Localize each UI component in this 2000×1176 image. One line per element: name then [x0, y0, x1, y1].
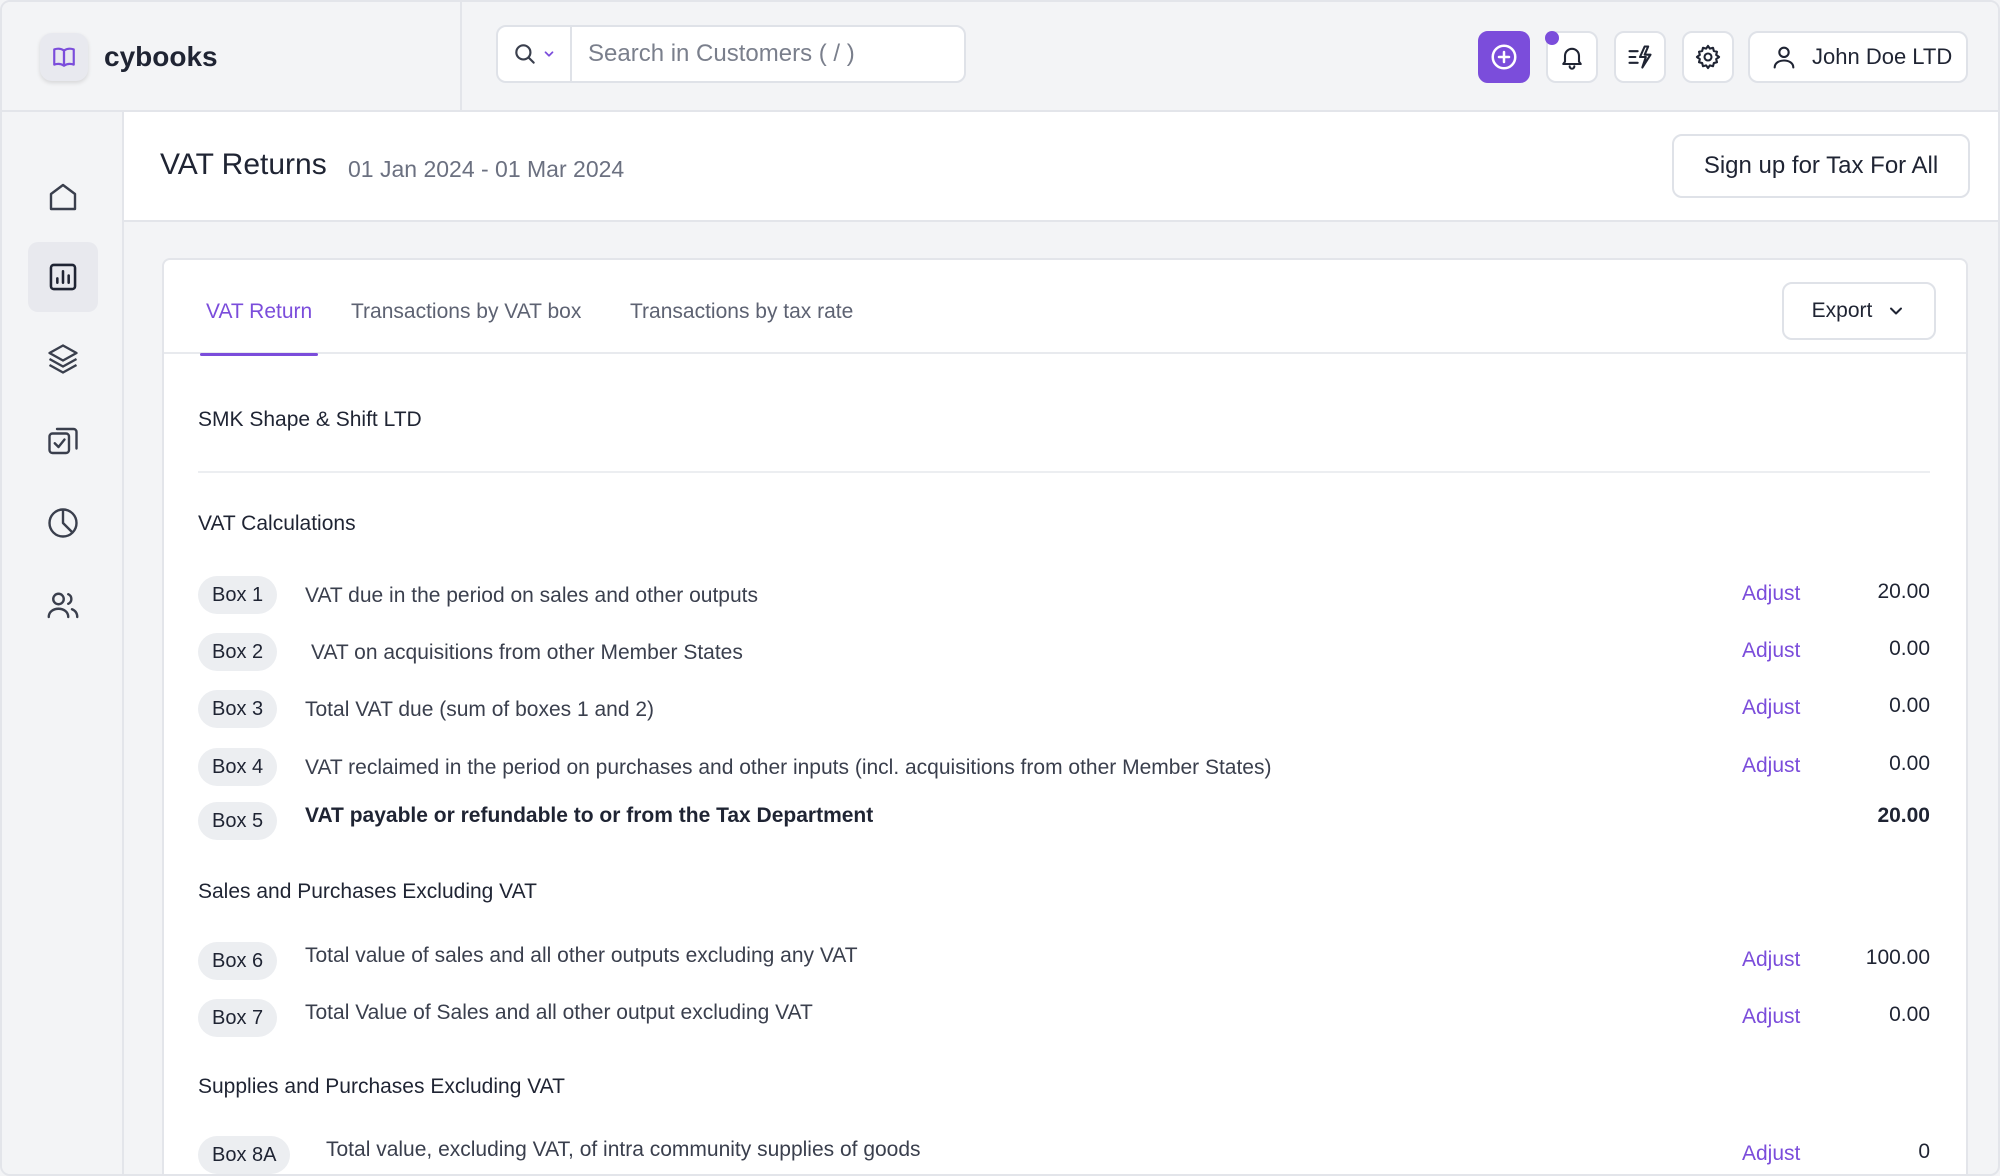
sidebar-item-products[interactable]	[28, 324, 98, 394]
section-title: Supplies and Purchases Excluding VAT	[198, 1075, 565, 1098]
layers-icon	[48, 344, 78, 374]
settings-button[interactable]	[1682, 31, 1734, 83]
page-header: VAT Returns 01 Jan 2024 - 01 Mar 2024 Si…	[124, 112, 1998, 222]
vat-box-row: Box 6 Total value of sales and all other…	[198, 942, 1930, 982]
chevron-down-icon	[544, 51, 554, 57]
page-period: 01 Jan 2024 - 01 Mar 2024	[348, 156, 625, 182]
adjust-link[interactable]: Adjust	[1742, 948, 1800, 972]
box-description: Total Value of Sales and all other outpu…	[305, 1001, 813, 1024]
tab-transactions-by-tax-rate[interactable]: Transactions by tax rate	[630, 300, 853, 354]
plus-circle-icon	[1491, 44, 1517, 70]
top-bar: cybooks John Doe LTD	[2, 2, 1998, 112]
brand-name: cybooks	[104, 41, 218, 72]
pie-chart-icon	[48, 508, 78, 538]
search-bar	[496, 25, 966, 83]
quick-actions-button[interactable]	[1614, 31, 1666, 83]
adjust-link[interactable]: Adjust	[1742, 754, 1800, 778]
adjust-link[interactable]: Adjust	[1742, 582, 1800, 606]
adjust-link[interactable]: Adjust	[1742, 696, 1800, 720]
box-description: Total value, excluding VAT, of intra com…	[326, 1138, 921, 1161]
box-description: Total VAT due (sum of boxes 1 and 2)	[305, 698, 655, 721]
app-window: cybooks John Doe LTD	[0, 0, 2000, 1176]
vat-box-row: Box 7 Total Value of Sales and all other…	[198, 999, 1930, 1039]
box-value: 0	[1918, 1140, 1930, 1163]
box-description: VAT due in the period on sales and other…	[305, 584, 758, 607]
home-icon	[49, 183, 77, 211]
box-badge: Box 2	[198, 633, 278, 671]
notification-dot	[1545, 31, 1559, 45]
box-badge: Box 8A	[198, 1136, 291, 1174]
chevron-down-icon	[1890, 307, 1903, 315]
box-value: 0.00	[1889, 694, 1930, 717]
sidebar-item-contacts[interactable]	[28, 570, 98, 640]
bell-icon	[1562, 47, 1582, 70]
box-value: 100.00	[1865, 946, 1930, 969]
user-name: John Doe LTD	[1812, 44, 1953, 69]
box-description: VAT on acquisitions from other Member St…	[311, 641, 743, 664]
box-value: 0.00	[1889, 637, 1930, 660]
search-icon	[515, 44, 535, 64]
vat-return-card: VAT Return Transactions by VAT box Trans…	[162, 258, 1968, 1174]
sidebar-item-tasks[interactable]	[28, 406, 98, 476]
vat-box-row: Box 1 VAT due in the period on sales and…	[198, 576, 1930, 616]
box-badge: Box 7	[198, 999, 278, 1037]
box-badge: Box 4	[198, 748, 278, 786]
section-title: Sales and Purchases Excluding VAT	[198, 880, 537, 903]
adjust-link[interactable]: Adjust	[1742, 1005, 1800, 1029]
box-description: Total value of sales and all other outpu…	[305, 944, 858, 967]
brand[interactable]: cybooks	[2, 2, 462, 112]
search-scope-toggle[interactable]	[498, 27, 572, 81]
vat-box-row: Box 4 VAT reclaimed in the period on pur…	[198, 748, 1930, 788]
export-button[interactable]: Export	[1782, 282, 1936, 340]
user-icon	[1773, 46, 1795, 69]
add-button[interactable]	[1478, 31, 1530, 83]
box-value: 20.00	[1877, 580, 1930, 603]
adjust-link[interactable]: Adjust	[1742, 1142, 1800, 1166]
sidebar-item-analytics[interactable]	[28, 488, 98, 558]
tab-transactions-by-vat-box[interactable]: Transactions by VAT box	[351, 300, 581, 354]
box-value: 0.00	[1889, 1003, 1930, 1026]
sidebar-item-home[interactable]	[28, 162, 98, 232]
search-input[interactable]	[572, 27, 964, 81]
section-title: VAT Calculations	[198, 512, 356, 535]
adjust-link[interactable]: Adjust	[1742, 639, 1800, 663]
tab-vat-return[interactable]: VAT Return	[199, 300, 319, 356]
sidebar-item-reports[interactable]	[28, 242, 98, 312]
users-icon	[47, 592, 79, 619]
company-name: SMK Shape & Shift LTD	[198, 408, 422, 431]
box-badge: Box 5	[198, 802, 278, 840]
lightning-icon	[1628, 45, 1652, 69]
box-badge: Box 3	[198, 690, 278, 728]
box-value: 0.00	[1889, 752, 1930, 775]
vat-box-row-total: Box 5 VAT payable or refundable to or fr…	[198, 802, 1930, 842]
vat-box-row: Box 3 Total VAT due (sum of boxes 1 and …	[198, 690, 1930, 730]
box-value: 20.00	[1877, 804, 1930, 827]
sign-up-tax-button[interactable]: Sign up for Tax For All	[1672, 134, 1970, 198]
gear-icon	[1695, 44, 1721, 70]
user-menu-button[interactable]: John Doe LTD	[1748, 31, 1968, 83]
box-badge: Box 6	[198, 942, 278, 980]
box-badge: Box 1	[198, 576, 278, 614]
tab-bar: VAT Return Transactions by VAT box Trans…	[164, 260, 1966, 356]
export-label: Export	[1811, 299, 1873, 322]
notifications-button[interactable]	[1545, 31, 1598, 83]
page-title: VAT Returns	[160, 148, 327, 181]
vat-box-row: Box 8A Total value, excluding VAT, of in…	[198, 1136, 1930, 1174]
sidebar	[2, 112, 124, 1174]
open-book-icon	[40, 33, 88, 81]
checklist-icon	[48, 427, 78, 455]
bar-chart-icon	[49, 263, 77, 291]
divider	[198, 471, 1930, 473]
box-description: VAT reclaimed in the period on purchases…	[305, 756, 1272, 779]
vat-box-row: Box 2 VAT on acquisitions from other Mem…	[198, 633, 1930, 673]
box-description: VAT payable or refundable to or from the…	[305, 804, 874, 827]
